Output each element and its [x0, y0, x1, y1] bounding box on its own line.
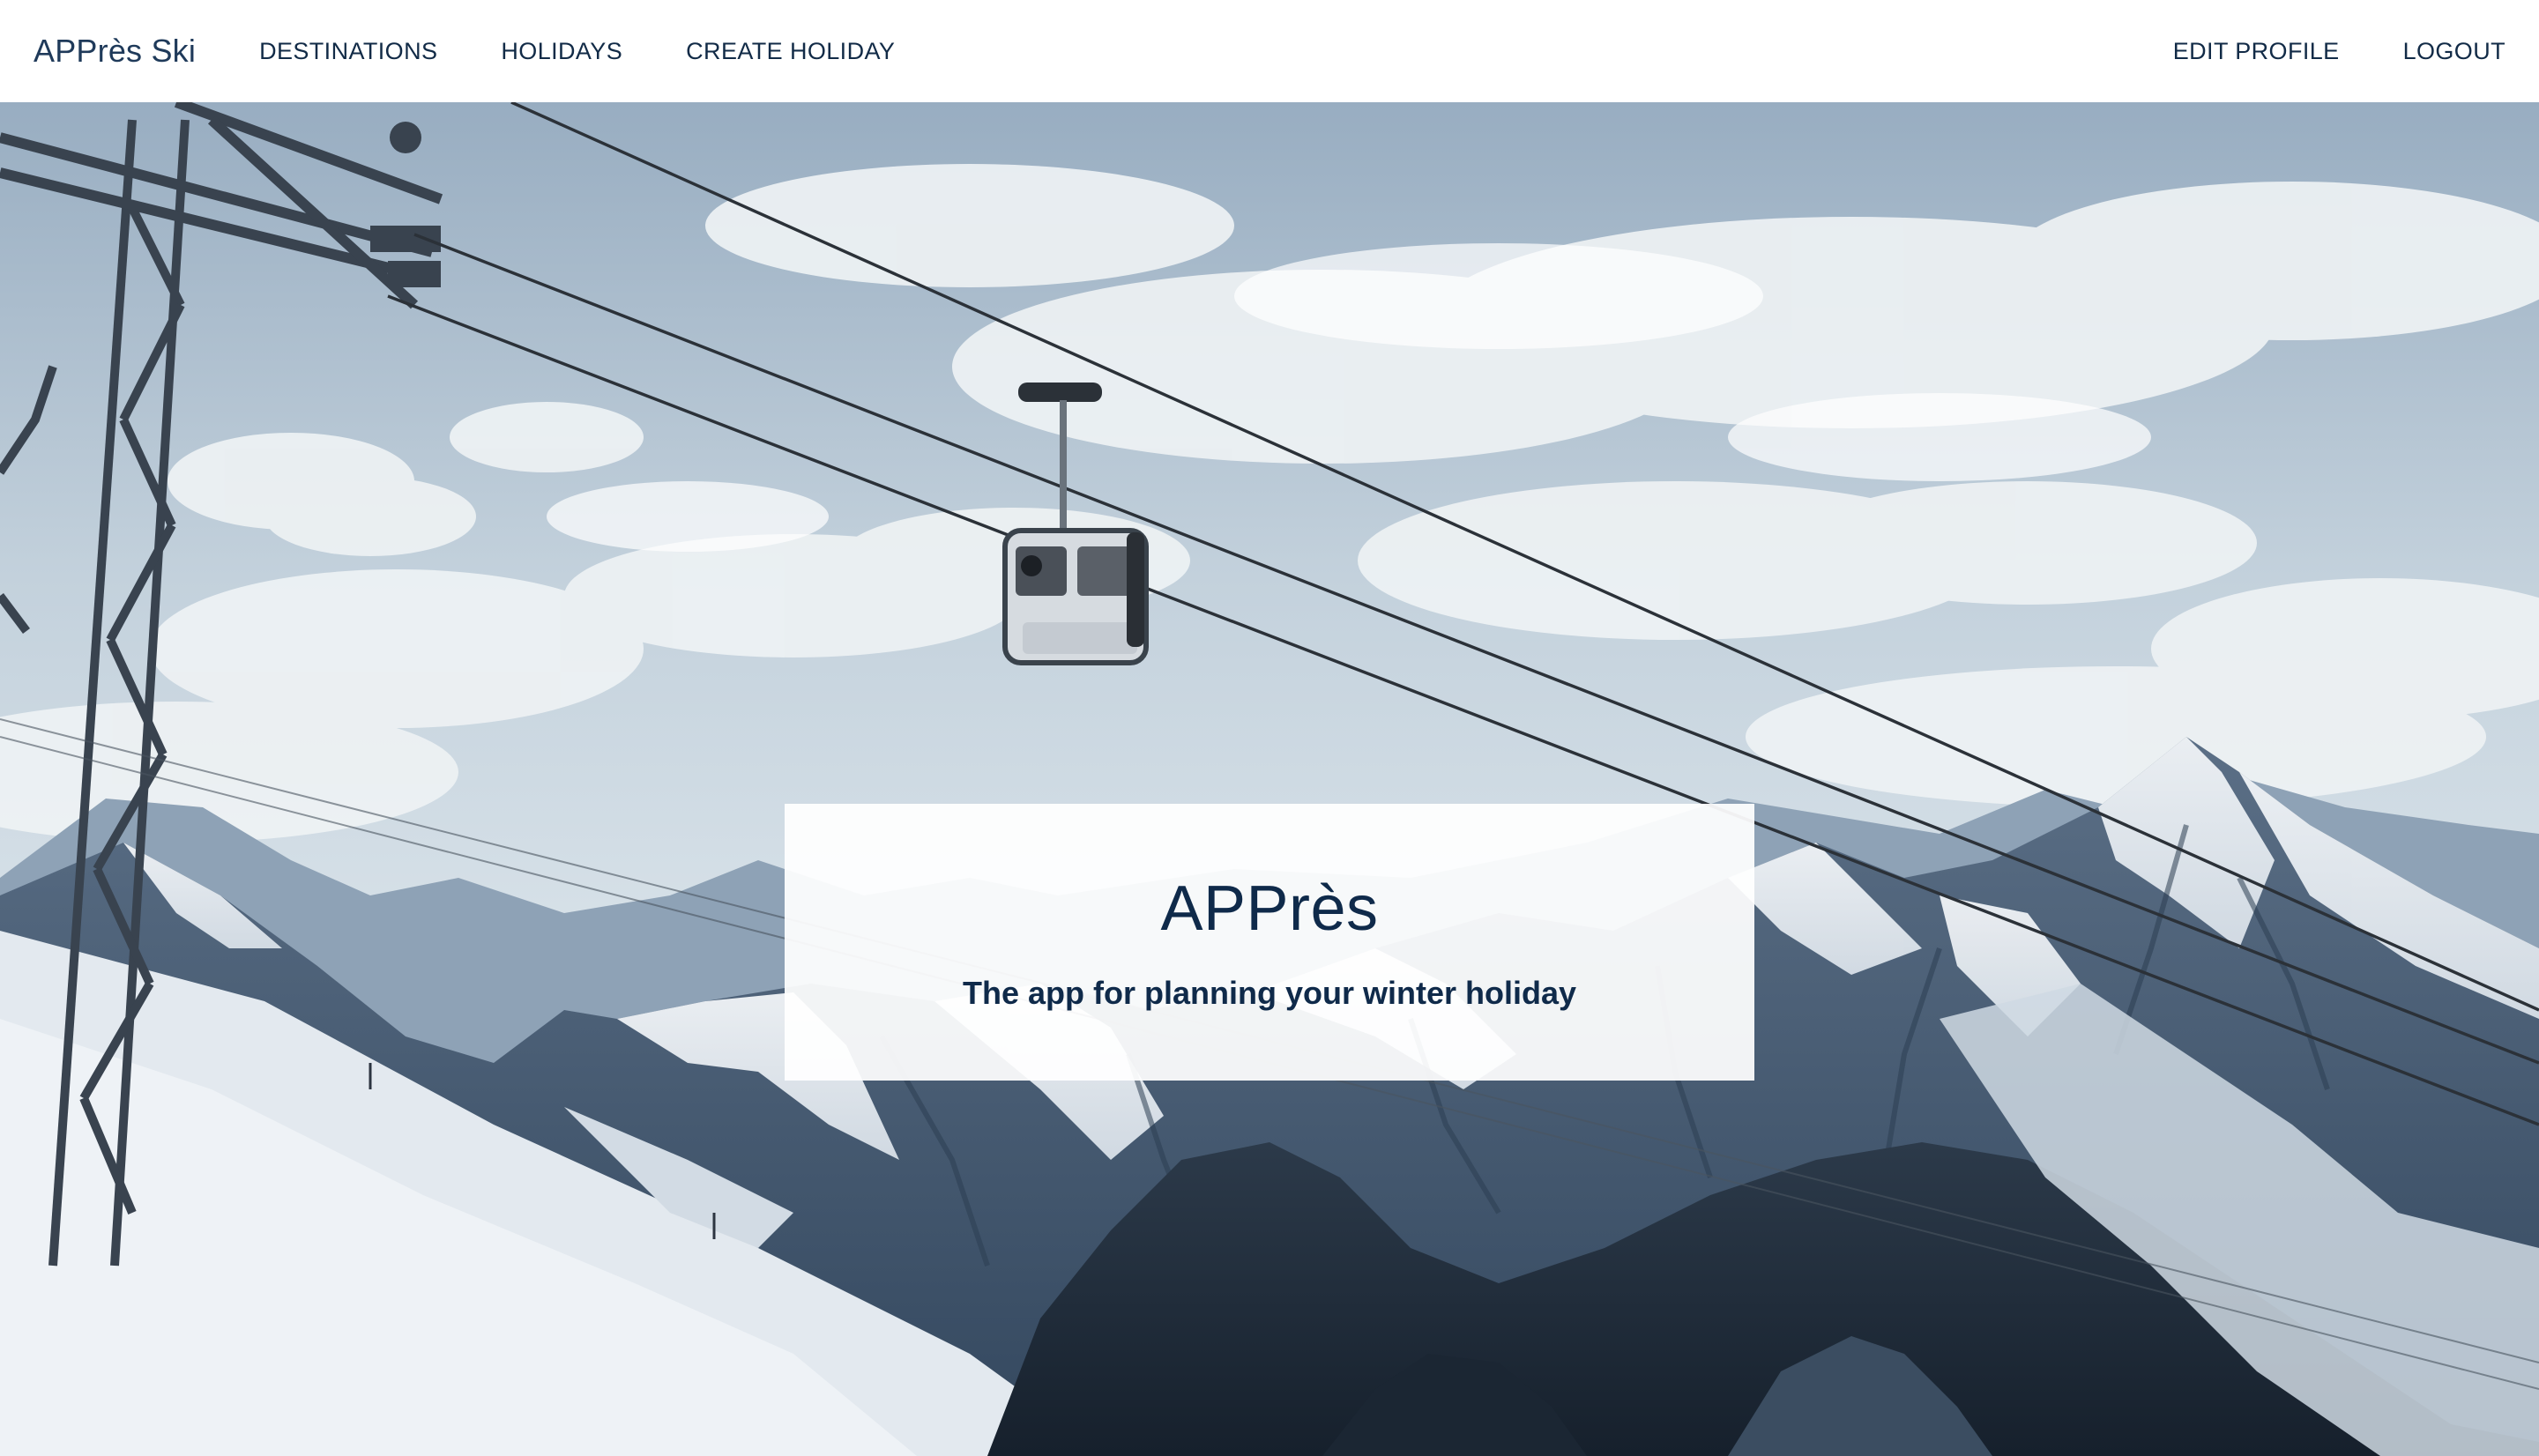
nav-link-holidays[interactable]: HOLIDAYS — [501, 38, 622, 65]
nav-right-group: EDIT PROFILE LOGOUT — [2173, 38, 2505, 65]
hero-subtitle: The app for planning your winter holiday — [962, 975, 1577, 1011]
top-navbar: APPrès Ski DESTINATIONS HOLIDAYS CREATE … — [0, 0, 2539, 102]
hero-card: APPrès The app for planning your winter … — [785, 804, 1754, 1081]
nav-link-create-holiday[interactable]: CREATE HOLIDAY — [686, 38, 895, 65]
brand-link[interactable]: APPrès Ski — [34, 33, 196, 70]
nav-link-logout[interactable]: LOGOUT — [2403, 38, 2505, 65]
hero-background-image — [0, 102, 2539, 1456]
nav-link-edit-profile[interactable]: EDIT PROFILE — [2173, 38, 2340, 65]
nav-link-destinations[interactable]: DESTINATIONS — [259, 38, 437, 65]
hero-section: APPrès The app for planning your winter … — [0, 102, 2539, 1456]
nav-left-group: DESTINATIONS HOLIDAYS CREATE HOLIDAY — [259, 38, 895, 65]
hero-title: APPrès — [1160, 873, 1379, 944]
